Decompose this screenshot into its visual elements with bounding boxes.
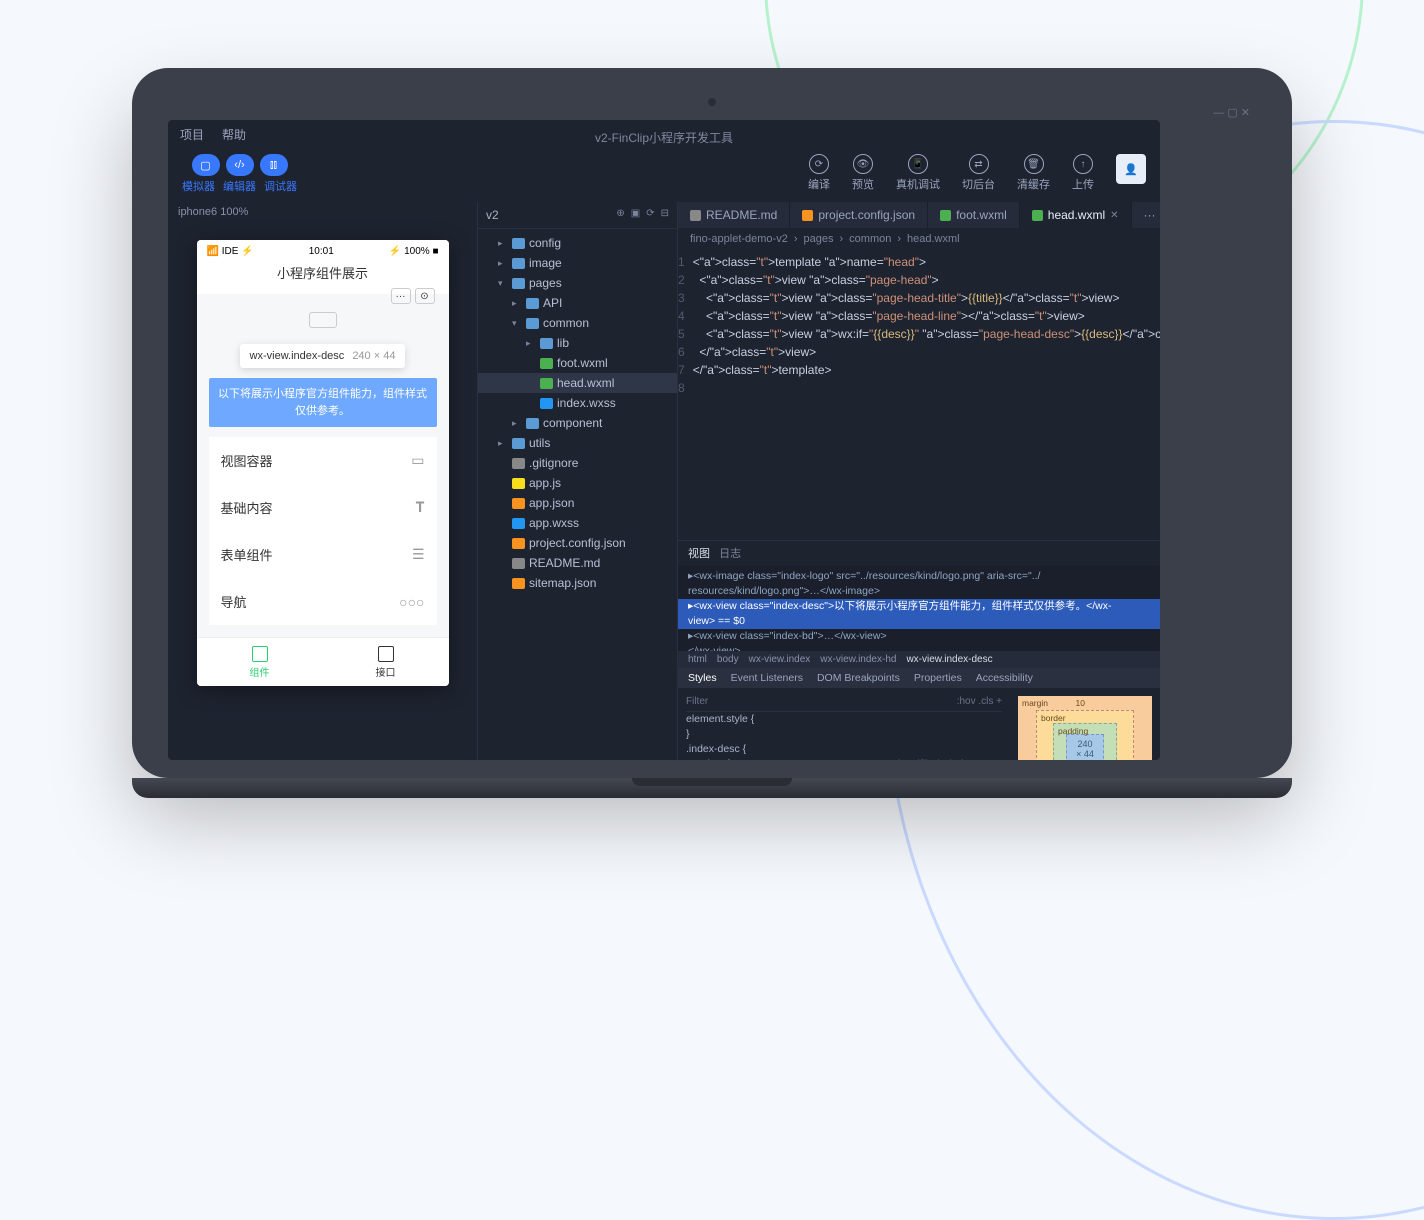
tree-node[interactable]: head.wxml bbox=[478, 373, 677, 393]
tree-node[interactable]: sitemap.json bbox=[478, 573, 677, 593]
phone-status-right: ⚡ 100% ■ bbox=[389, 246, 439, 257]
phone-status-time: 10:01 bbox=[309, 246, 334, 257]
list-item[interactable]: 表单组件☰ bbox=[209, 531, 437, 578]
tb-清缓存-button[interactable]: 🗑清缓存 bbox=[1017, 154, 1050, 192]
tree-node[interactable]: ▸utils bbox=[478, 433, 677, 453]
tree-root[interactable]: v2 bbox=[486, 208, 499, 222]
tree-node[interactable]: foot.wxml bbox=[478, 353, 677, 373]
tree-node[interactable]: ▸lib bbox=[478, 333, 677, 353]
file-tree-panel: v2 ⊕ ▣ ⟳ ⊟ ▸config ▸image ▾pages ▸API ▾c… bbox=[478, 202, 678, 760]
tree-node[interactable]: app.wxss bbox=[478, 513, 677, 533]
inspector-tooltip: wx-view.index-desc 240 × 44 bbox=[240, 344, 406, 368]
tb-编译-button[interactable]: ⟳编译 bbox=[808, 154, 830, 192]
styles-tab[interactable]: Accessibility bbox=[976, 672, 1033, 684]
tree-node[interactable]: index.wxss bbox=[478, 393, 677, 413]
list-item[interactable]: 导航○○○ bbox=[209, 578, 437, 625]
window-title: v2-FinClip小程序开发工具 bbox=[168, 129, 1160, 146]
editor-tab[interactable]: head.wxml✕ bbox=[1020, 202, 1132, 228]
tree-node[interactable]: ▸image bbox=[478, 253, 677, 273]
tb-simulator-pill[interactable]: ▢ bbox=[192, 154, 220, 176]
phone-tab[interactable]: 组件 bbox=[197, 638, 323, 686]
tree-node[interactable]: README.md bbox=[478, 553, 677, 573]
editor-tab[interactable]: foot.wxml bbox=[928, 202, 1020, 228]
phone-app-title: 小程序组件展示 bbox=[207, 263, 439, 282]
tb-上传-button[interactable]: ↑上传 bbox=[1072, 154, 1094, 192]
list-item[interactable]: 视图容器▭ bbox=[209, 437, 437, 484]
list-item[interactable]: 基础内容𝐓 bbox=[209, 484, 437, 531]
device-label[interactable]: iphone6 100% bbox=[168, 202, 477, 222]
tree-node[interactable]: app.json bbox=[478, 493, 677, 513]
phone-status-left: 📶 IDE ⚡ bbox=[207, 246, 254, 257]
editor-tab[interactable]: README.md bbox=[678, 202, 790, 228]
tb-debugger-pill[interactable]: ⫾⫾ bbox=[260, 154, 288, 176]
dt-tab-view[interactable]: 视图 bbox=[688, 548, 710, 560]
phone-tab[interactable]: 接口 bbox=[323, 638, 449, 686]
tb-label-editor: 编辑器 bbox=[223, 178, 256, 194]
editor-panel: README.md project.config.json foot.wxml … bbox=[678, 202, 1160, 760]
tb-label-debugger: 调试器 bbox=[264, 178, 297, 194]
code-editor[interactable]: 12345678 <"a">class="t">template "a">nam… bbox=[678, 250, 1160, 540]
styles-tab[interactable]: Event Listeners bbox=[731, 672, 803, 684]
styles-tab[interactable]: DOM Breakpoints bbox=[817, 672, 900, 684]
ide-screen: 项目 帮助 v2-FinClip小程序开发工具 ▢ ‹/› ⫾⫾ 模拟器 编辑器… bbox=[168, 120, 1160, 760]
editor-tab[interactable]: project.config.json bbox=[790, 202, 928, 228]
dom-inspector[interactable]: ▸<wx-image class="index-logo" src="../re… bbox=[678, 565, 1160, 651]
tooltip-dimensions: 240 × 44 bbox=[352, 350, 395, 362]
simulator-panel: iphone6 100% 📶 IDE ⚡ 10:01 ⚡ 100% ■ 小程序组… bbox=[168, 202, 478, 760]
tb-label-simulator: 模拟器 bbox=[182, 178, 215, 194]
logo-placeholder bbox=[309, 312, 337, 328]
camera-dot bbox=[708, 98, 716, 106]
window-controls[interactable]: — ▢ ✕ bbox=[1213, 106, 1250, 119]
dom-crumb-bar[interactable]: htmlbodywx-view.indexwx-view.index-hdwx-… bbox=[678, 651, 1160, 668]
tb-editor-pill[interactable]: ‹/› bbox=[226, 154, 254, 176]
devtools-panel: 视图 日志 ▸<wx-image class="index-logo" src=… bbox=[678, 540, 1160, 760]
box-model: margin 10 border padding 240 × 44 bbox=[1010, 688, 1160, 760]
collapse-icon[interactable]: ⊟ bbox=[661, 208, 669, 222]
new-folder-icon[interactable]: ▣ bbox=[631, 208, 640, 222]
tabs-more-icon[interactable]: ··· bbox=[1132, 202, 1160, 228]
tree-node[interactable]: project.config.json bbox=[478, 533, 677, 553]
phone-preview: 📶 IDE ⚡ 10:01 ⚡ 100% ■ 小程序组件展示 ··· ⊙ wx-… bbox=[197, 240, 449, 686]
new-file-icon[interactable]: ⊕ bbox=[616, 208, 624, 222]
dt-tab-log[interactable]: 日志 bbox=[719, 548, 741, 560]
styles-filter[interactable]: Filter bbox=[686, 694, 708, 709]
tree-node[interactable]: app.js bbox=[478, 473, 677, 493]
tb-预览-button[interactable]: 👁预览 bbox=[852, 154, 874, 192]
close-icon[interactable]: ✕ bbox=[1110, 210, 1118, 221]
tb-真机调试-button[interactable]: 📱真机调试 bbox=[896, 154, 940, 192]
tree-node[interactable]: ▸API bbox=[478, 293, 677, 313]
tree-node[interactable]: ▾common bbox=[478, 313, 677, 333]
tree-node[interactable]: ▾pages bbox=[478, 273, 677, 293]
tooltip-selector: wx-view.index-desc bbox=[250, 350, 345, 362]
tree-node[interactable]: .gitignore bbox=[478, 453, 677, 473]
laptop-frame: — ▢ ✕ 项目 帮助 v2-FinClip小程序开发工具 ▢ ‹/› ⫾⫾ 模… bbox=[132, 68, 1292, 798]
toolbar: ▢ ‹/› ⫾⫾ 模拟器 编辑器 调试器 ⟳编译 👁预览 📱真机调试 ⇄切后台 🗑清缓存… bbox=[168, 150, 1160, 202]
tb-切后台-button[interactable]: ⇄切后台 bbox=[962, 154, 995, 192]
refresh-icon[interactable]: ⟳ bbox=[646, 208, 654, 222]
tree-node[interactable]: ▸component bbox=[478, 413, 677, 433]
highlighted-element[interactable]: 以下将展示小程序官方组件能力，组件样式仅供参考。 bbox=[209, 378, 437, 427]
styles-filter-opts[interactable]: :hov .cls + bbox=[957, 694, 1002, 709]
styles-panel[interactable]: Filter :hov .cls + element.style {}.inde… bbox=[678, 688, 1010, 760]
styles-tab[interactable]: Properties bbox=[914, 672, 962, 684]
avatar[interactable]: 👤 bbox=[1116, 154, 1146, 184]
tree-node[interactable]: ▸config bbox=[478, 233, 677, 253]
styles-tab[interactable]: Styles bbox=[688, 672, 717, 684]
breadcrumb[interactable]: fino-applet-demo-v2›pages›common›head.wx… bbox=[678, 228, 1160, 250]
